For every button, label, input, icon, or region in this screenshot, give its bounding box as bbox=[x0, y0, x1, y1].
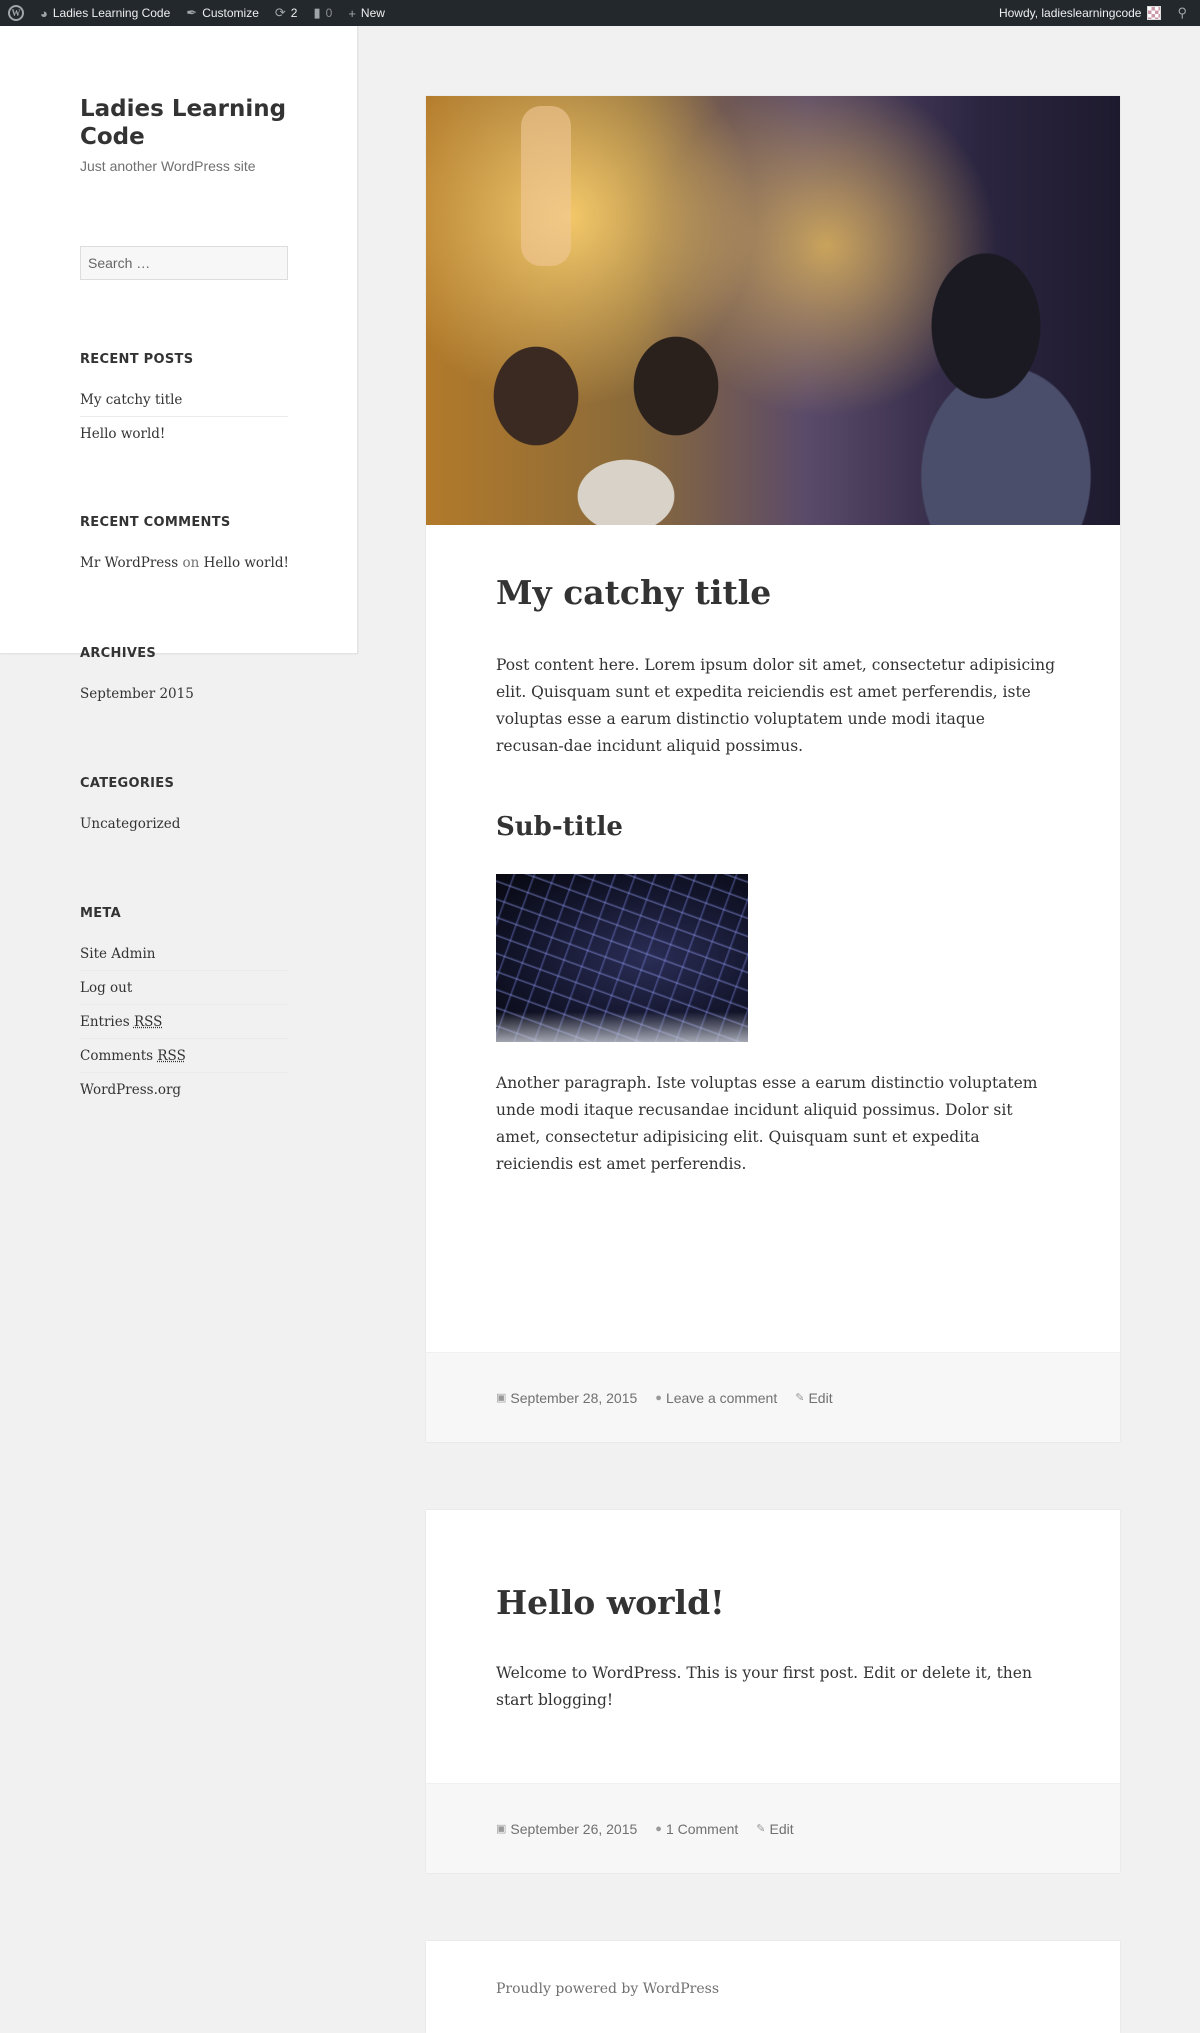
comment-post-link[interactable]: Hello world! bbox=[204, 555, 289, 571]
post-card: Hello world! Welcome to WordPress. This … bbox=[426, 1510, 1120, 1873]
site-admin-link[interactable]: Site Admin bbox=[80, 937, 288, 971]
post-title-link[interactable]: Hello world! bbox=[496, 1583, 725, 1622]
recent-posts-list: My catchy title Hello world! bbox=[80, 383, 288, 451]
new-content-link[interactable]: + New bbox=[340, 0, 393, 26]
keyboard-image bbox=[496, 874, 748, 1042]
post-subtitle: Sub-title bbox=[496, 812, 623, 842]
comments-rss-link[interactable]: Comments RSS bbox=[80, 1039, 288, 1073]
categories-list: Uncategorized bbox=[80, 807, 288, 841]
meta-title: META bbox=[80, 906, 121, 921]
post-meta-footer: ▣ September 26, 2015 ● 1 Comment ✎ Edit bbox=[426, 1783, 1120, 1873]
post-title-link[interactable]: My catchy title bbox=[496, 573, 771, 612]
calendar-icon: ▣ bbox=[496, 1823, 507, 1835]
post-date-link[interactable]: ▣ September 28, 2015 bbox=[496, 1390, 637, 1406]
pencil-icon: ✎ bbox=[756, 1823, 766, 1835]
post-paragraph: Post content here. Lorem ipsum dolor sit… bbox=[496, 656, 1055, 755]
wordpress-logo-button[interactable]: W bbox=[0, 0, 32, 26]
comments-link[interactable]: ● 1 Comment bbox=[655, 1821, 738, 1837]
customize-link[interactable]: ✒ Customize bbox=[178, 0, 267, 26]
comments-link[interactable]: ▮ 0 bbox=[305, 0, 340, 26]
archives-title: ARCHIVES bbox=[80, 646, 157, 661]
dashboard-icon: ◕ bbox=[40, 5, 48, 21]
calendar-icon: ▣ bbox=[496, 1392, 507, 1404]
updates-icon: ⟳ bbox=[274, 5, 286, 20]
post-paragraph: Another paragraph. Iste voluptas esse a … bbox=[496, 1074, 1038, 1173]
post-date-link[interactable]: ▣ September 26, 2015 bbox=[496, 1821, 637, 1837]
recent-comments-title: RECENT COMMENTS bbox=[80, 515, 231, 530]
recent-post-link[interactable]: Hello world! bbox=[80, 417, 288, 451]
archive-link[interactable]: September 2015 bbox=[80, 677, 288, 711]
archives-list: September 2015 bbox=[80, 677, 288, 711]
wordpress-org-link[interactable]: WordPress.org bbox=[80, 1073, 288, 1107]
comments-link[interactable]: ● Leave a comment bbox=[655, 1390, 777, 1406]
post-paragraph: Welcome to WordPress. This is your first… bbox=[496, 1664, 1032, 1709]
recent-comment-item: Mr WordPress on Hello world! bbox=[80, 546, 289, 580]
edit-link[interactable]: ✎ Edit bbox=[795, 1390, 832, 1406]
categories-title: CATEGORIES bbox=[80, 776, 175, 791]
comment-icon: ● bbox=[655, 1391, 662, 1404]
plus-icon: + bbox=[348, 5, 356, 21]
wordpress-icon: W bbox=[8, 5, 24, 21]
search-icon: ⚲ bbox=[1177, 5, 1187, 20]
meta-list: Site Admin Log out Entries RSS Comments … bbox=[80, 937, 288, 1107]
search-input[interactable]: Search … bbox=[80, 246, 288, 280]
edit-link[interactable]: ✎ Edit bbox=[756, 1821, 793, 1837]
powered-by-link[interactable]: Proudly powered by WordPress bbox=[496, 1981, 719, 1997]
pencil-icon: ✎ bbox=[795, 1392, 805, 1404]
recent-posts-title: RECENT POSTS bbox=[80, 352, 194, 367]
site-name-link[interactable]: ◕ Ladies Learning Code bbox=[32, 0, 178, 26]
admin-search-button[interactable]: ⚲ bbox=[1169, 0, 1200, 26]
recent-post-link[interactable]: My catchy title bbox=[80, 383, 288, 417]
admin-bar: W ◕ Ladies Learning Code ✒ Customize ⟳ 2… bbox=[0, 0, 1200, 26]
comment-on-label: on bbox=[182, 555, 200, 571]
my-account-link[interactable]: Howdy, ladieslearningcode bbox=[991, 0, 1170, 26]
recent-comments-list: Mr WordPress on Hello world! bbox=[80, 546, 289, 580]
avatar bbox=[1147, 6, 1162, 20]
site-description: Just another WordPress site bbox=[80, 158, 256, 174]
post-card: My catchy title Post content here. Lorem… bbox=[426, 96, 1120, 1442]
entries-rss-link[interactable]: Entries RSS bbox=[80, 1005, 288, 1039]
comment-icon: ▮ bbox=[313, 5, 321, 20]
brush-icon: ✒ bbox=[186, 5, 198, 20]
comment-author-link[interactable]: Mr WordPress bbox=[80, 555, 178, 571]
log-out-link[interactable]: Log out bbox=[80, 971, 288, 1005]
featured-image[interactable] bbox=[426, 96, 1120, 525]
post-meta-footer: ▣ September 28, 2015 ● Leave a comment ✎ Ed… bbox=[426, 1352, 1120, 1442]
site-footer: Proudly powered by WordPress bbox=[426, 1941, 1120, 2033]
updates-link[interactable]: ⟳ 2 bbox=[267, 0, 306, 26]
site-title[interactable]: Ladies Learning Code bbox=[80, 95, 300, 151]
comment-icon: ● bbox=[655, 1822, 662, 1835]
category-link[interactable]: Uncategorized bbox=[80, 807, 288, 841]
